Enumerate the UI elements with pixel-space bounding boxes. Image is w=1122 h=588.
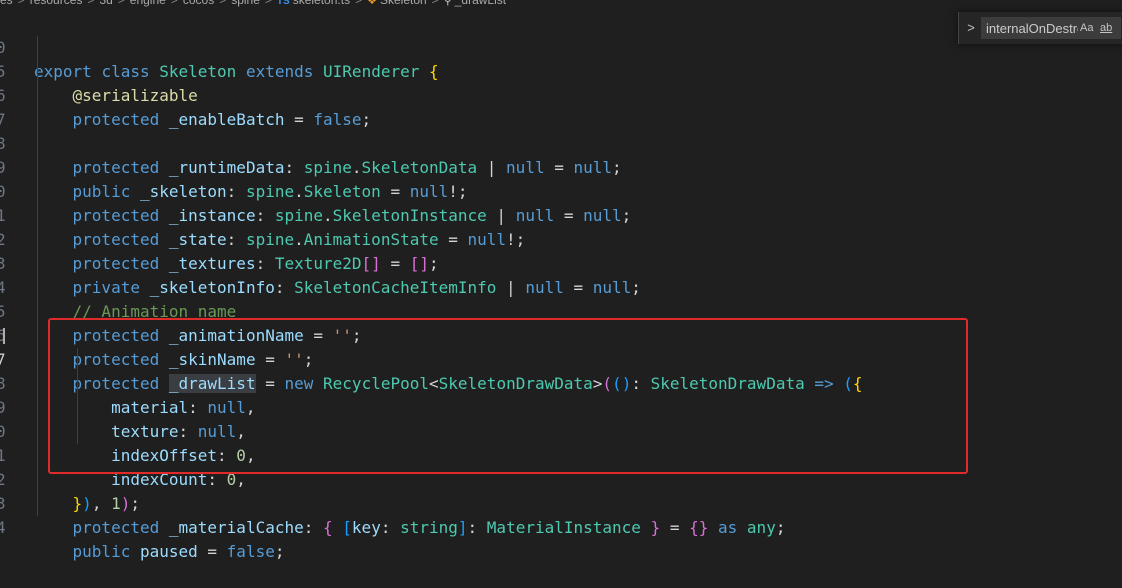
class-icon: ❖: [367, 0, 377, 7]
chevron-right-icon: >: [219, 0, 227, 7]
code-line: 6 protected _enableBatch = false;: [0, 60, 1122, 129]
breadcrumb-item-es[interactable]: es: [0, 0, 13, 9]
code-line: 0 indexOffset: 0,: [0, 396, 1122, 465]
code-line: 7: [0, 84, 1122, 129]
breadcrumb-item-class[interactable]: Skeleton: [380, 0, 427, 9]
find-input[interactable]: [986, 19, 1078, 37]
code-line: 6 protected _skinName = '';: [0, 300, 1122, 369]
code-line: 8 protected _runtimeData: spine.Skeleton…: [0, 108, 1122, 177]
code-line: 1 protected _state: spine.AnimationState…: [0, 180, 1122, 249]
line-number: 4: [0, 518, 6, 537]
code-line: 4 public paused = false;: [0, 492, 1122, 561]
typescript-file-icon: TS: [276, 0, 290, 7]
code-line: 0 export class Skeleton extends UIRender…: [0, 12, 1122, 81]
find-widget: > Aa ab: [958, 12, 1122, 44]
chevron-right-icon: >: [117, 0, 125, 7]
find-input-container: Aa ab: [981, 17, 1121, 39]
chevron-right-icon: >: [355, 0, 363, 7]
code-line: 2 }), 1);: [0, 444, 1122, 513]
code-editor[interactable]: 0 export class Skeleton extends UIRender…: [0, 12, 1122, 561]
breadcrumb-item-3d[interactable]: 3d: [99, 0, 112, 9]
breadcrumb-item-cocos[interactable]: cocos: [183, 0, 214, 9]
toggle-replace-chevron-icon[interactable]: >: [963, 19, 979, 37]
code-line: 3 protected _materialCache: { [key: stri…: [0, 468, 1122, 537]
breadcrumb: es > resources >3d > engine > cocos > spine > TS ske…: [0, 0, 1122, 9]
chevron-right-icon: >: [87, 0, 95, 7]
code-line: 9 texture: null,: [0, 372, 1122, 441]
breadcrumb-item-property[interactable]: _drawList: [455, 0, 506, 9]
text-cursor: [3, 328, 5, 344]
property-wrench-icon: ⚲: [443, 0, 452, 7]
breadcrumb-item-engine[interactable]: engine: [130, 0, 166, 9]
chevron-right-icon: >: [17, 0, 25, 7]
breadcrumb-item-resources[interactable]: resources: [30, 0, 83, 9]
code-line-current: 7 protected _drawList = new RecyclePool<…: [0, 324, 1122, 393]
code-line: 8 material: null,: [0, 348, 1122, 417]
breadcrumb-item-file[interactable]: skeleton.ts: [293, 0, 350, 9]
breadcrumb-item-spine[interactable]: spine: [231, 0, 260, 9]
code-line: 9 public _skeleton: spine.Skeleton = nul…: [0, 132, 1122, 201]
chevron-right-icon: >: [170, 0, 178, 7]
code-line: 0 protected _instance: spine.SkeletonIns…: [0, 156, 1122, 225]
code-line: 5 protected _animationName = '';: [0, 276, 1122, 345]
code-line: 2 protected _textures: Texture2D[] = [];: [0, 204, 1122, 273]
match-case-button[interactable]: Aa: [1080, 20, 1093, 36]
chevron-right-icon: >: [431, 0, 439, 7]
match-whole-word-button[interactable]: ab: [1100, 20, 1112, 36]
code-line: 1 indexCount: 0,: [0, 420, 1122, 489]
code-line: 5 @serializable: [0, 36, 1122, 105]
code-line: 3 private _skeletonInfo: SkeletonCacheIt…: [0, 228, 1122, 297]
code-line: 4 // Animation name: [0, 252, 1122, 321]
chevron-right-icon: >: [264, 0, 272, 7]
